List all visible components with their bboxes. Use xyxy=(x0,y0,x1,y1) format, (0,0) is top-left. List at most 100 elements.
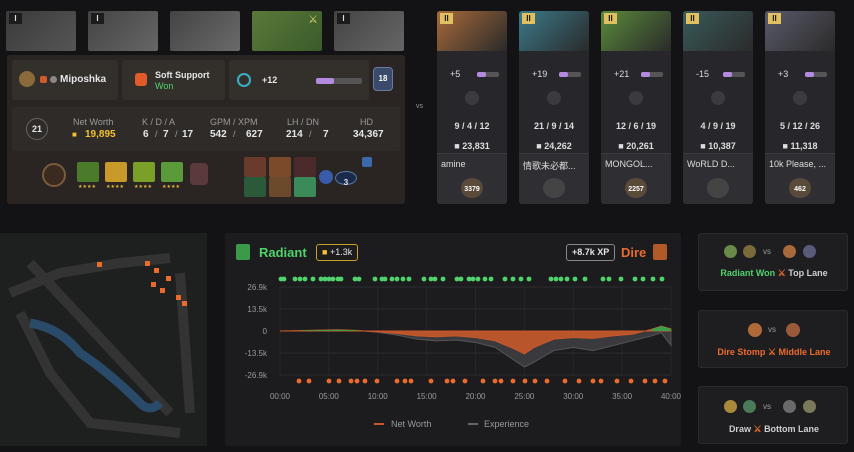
x-tick-label: 25:00 xyxy=(514,392,535,401)
dire-event-dot xyxy=(408,378,414,384)
player-panel: Miposhka Soft Support Won +12 18 21 Net … xyxy=(7,55,405,204)
rank-medal-icon xyxy=(19,71,35,87)
inventory-slot-2[interactable] xyxy=(269,157,291,177)
hero-portrait-5[interactable]: I xyxy=(334,11,404,51)
shard-icon xyxy=(362,157,372,167)
prediction-dire-mid[interactable]: vs Dire Stomp ⚔ Middle Lane xyxy=(698,310,848,368)
networth-chart: 26.9k 13.5k 0 -13.5k -26.9k 00:00 05:00 10:00 15… xyxy=(245,276,681,401)
dire-event-dot xyxy=(544,378,550,384)
player-name-box: 10k Please, ... 462 xyxy=(765,153,835,204)
xp-orb-icon xyxy=(237,73,251,87)
inventory-slot-4[interactable] xyxy=(244,177,266,197)
hero-icon xyxy=(803,245,816,258)
dire-event-dot xyxy=(498,378,504,384)
lane-label: Middle Lane xyxy=(778,347,831,357)
role-icon xyxy=(711,91,725,105)
deaths-value: 6 xyxy=(633,121,639,131)
level-circle: 21 xyxy=(26,118,48,140)
radiant-event-dot xyxy=(432,276,438,282)
xpm-value: 627 xyxy=(246,129,263,140)
dire-event-dot xyxy=(576,378,582,384)
hero-icon xyxy=(783,245,796,258)
change-bar xyxy=(559,72,581,77)
hero-portrait-selected[interactable]: ⚔ xyxy=(252,11,322,51)
lane-icon: ⚔ xyxy=(767,347,777,357)
opponent-card[interactable]: II +3 5 / 12 / 26 ■ 11,318 10k Please, ... 46… xyxy=(765,11,835,204)
change-value: +5 xyxy=(450,69,461,79)
y-tick-label: -13.5k xyxy=(245,349,268,358)
dire-event-dot xyxy=(336,378,342,384)
change-value: +21 xyxy=(614,69,630,79)
radiant-event-dot xyxy=(640,276,646,282)
hero-level: II xyxy=(522,13,535,24)
item-stars: ★★★★ xyxy=(162,184,180,190)
role-icon xyxy=(547,91,561,105)
networth-positive-segment xyxy=(661,326,671,331)
opponent-card[interactable]: II +5 9 / 4 / 12 ■ 23,831 amine 3379 xyxy=(437,11,507,204)
item-slot-2[interactable] xyxy=(105,162,127,182)
talent-tree-icon[interactable] xyxy=(42,163,66,187)
net-worth-value: 20,261 xyxy=(626,141,654,151)
stats-box: 21 Net Worth ■ 19,895 K / D / A 6 / 7 / … xyxy=(12,107,400,151)
x-tick-label: 00:00 xyxy=(270,392,291,401)
opponent-card[interactable]: II +21 12 / 6 / 19 ■ 20,261 MONGOL... 2257 xyxy=(601,11,671,204)
item-slot-3[interactable] xyxy=(133,162,155,182)
player-name: Miposhka xyxy=(60,74,107,85)
x-tick-label: 10:00 xyxy=(368,392,389,401)
dire-event-dot xyxy=(510,378,516,384)
inventory-slot-3[interactable] xyxy=(294,157,316,177)
hero-portrait-1[interactable]: I xyxy=(6,11,76,51)
gold-icon: ■ xyxy=(618,141,627,151)
radiant-event-dot xyxy=(302,276,308,282)
opponent-card[interactable]: II +19 21 / 9 / 14 ■ 24,262 情歌未必都... xyxy=(519,11,589,204)
inventory-slot-1[interactable] xyxy=(244,157,266,177)
rank-badge: 3379 xyxy=(461,178,483,198)
radiant-event-dot xyxy=(382,276,388,282)
inventory-slot-6[interactable] xyxy=(294,177,316,197)
result-label: Won xyxy=(155,81,174,91)
item-slot-4[interactable] xyxy=(161,162,183,182)
kills-value: 6 xyxy=(143,129,149,140)
dire-event-dot xyxy=(480,378,486,384)
net-worth-value: 10,387 xyxy=(708,141,736,151)
xp-bar xyxy=(316,78,362,84)
x-tick-label: 35:00 xyxy=(612,392,633,401)
hero-level: I xyxy=(9,13,22,24)
opponent-card[interactable]: II -15 4 / 9 / 19 ■ 10,387 WoRLD D... xyxy=(683,11,753,204)
neutral-creep-icon xyxy=(190,163,208,185)
radiant-event-dot xyxy=(502,276,508,282)
radiant-event-dot xyxy=(470,276,476,282)
outcome-label: Dire Stomp xyxy=(717,347,766,357)
assists-value: 19 xyxy=(725,121,736,131)
radiant-event-dot xyxy=(440,276,446,282)
outcome-label: Radiant Won xyxy=(720,268,776,278)
minimap[interactable] xyxy=(0,233,207,446)
hero-level: II xyxy=(768,13,781,24)
radiant-event-dot xyxy=(553,276,559,282)
change-bar xyxy=(805,72,827,77)
prediction-radiant-top[interactable]: vs Radiant Won ⚔ Top Lane xyxy=(698,233,848,291)
hero-portrait-3[interactable] xyxy=(170,11,240,51)
xp-change-value: +12 xyxy=(262,75,278,85)
item-slot-1[interactable] xyxy=(77,162,99,182)
change-bar xyxy=(477,72,499,77)
hero-portrait-2[interactable]: I xyxy=(88,11,158,51)
player-name-box[interactable]: Miposhka xyxy=(12,60,118,100)
kda-label: K / D / A xyxy=(142,117,176,127)
hero-level: I xyxy=(91,13,104,24)
xp-change-box: +12 xyxy=(229,60,369,100)
player-name: amine xyxy=(441,159,466,169)
hd-label: HD xyxy=(360,117,373,127)
kills-value: 5 xyxy=(779,121,785,131)
radiant-event-dot xyxy=(526,276,532,282)
hero-icon xyxy=(743,400,756,413)
dire-event-dot xyxy=(462,378,468,384)
dire-event-dot xyxy=(628,378,634,384)
legend-networth-swatch xyxy=(374,423,384,425)
inventory-slot-5[interactable] xyxy=(269,177,291,197)
dire-event-dot xyxy=(354,378,360,384)
legend-experience-label: Experience xyxy=(484,419,530,429)
change-value: -15 xyxy=(696,69,710,79)
prediction-draw-bottom[interactable]: vs Draw ⚔ Bottom Lane xyxy=(698,386,848,444)
lane-icon: ⚔ xyxy=(753,424,762,434)
